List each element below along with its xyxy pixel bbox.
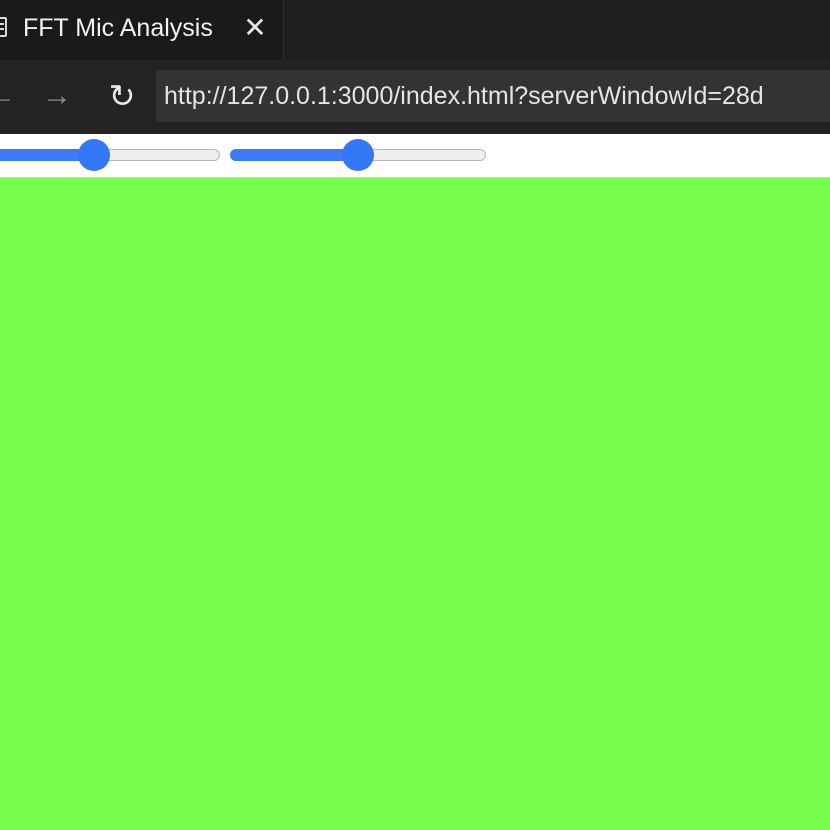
close-icon[interactable]: ✕ xyxy=(242,14,268,42)
tab-bar: FFT Mic Analysis ✕ xyxy=(0,0,830,60)
visualization-canvas[interactable] xyxy=(0,179,830,830)
slider-fill xyxy=(230,149,358,161)
slider-thumb[interactable] xyxy=(342,139,374,171)
tab-fft-mic-analysis[interactable]: FFT Mic Analysis ✕ xyxy=(0,0,284,60)
slider-thumb[interactable] xyxy=(77,139,110,171)
address-bar[interactable]: http://127.0.0.1:3000/index.html?serverW… xyxy=(156,70,830,122)
back-button[interactable]: ← xyxy=(0,76,16,116)
forward-button[interactable]: → xyxy=(40,76,74,116)
slider-2[interactable] xyxy=(230,139,486,171)
slider-1[interactable] xyxy=(0,139,220,171)
document-icon xyxy=(0,17,7,37)
controls-bar xyxy=(0,134,830,178)
reload-button[interactable]: ↻ xyxy=(104,76,140,116)
navigation-bar: ← → ↻ http://127.0.0.1:3000/index.html?s… xyxy=(0,60,830,134)
tab-title: FFT Mic Analysis xyxy=(23,14,213,42)
